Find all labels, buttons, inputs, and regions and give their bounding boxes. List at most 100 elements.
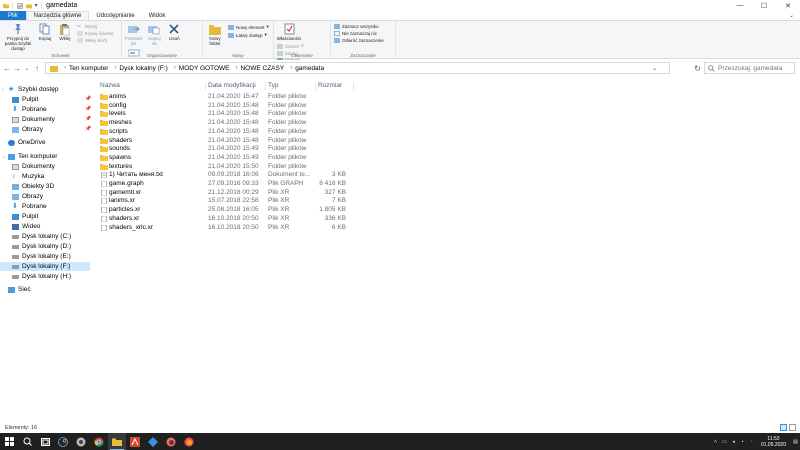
nav-pobrane[interactable]: ⬇ Pobrane [12, 105, 47, 114]
breadcrumb-drive-f[interactable]: Dysk lokalny (F:) [119, 65, 167, 72]
nav-network[interactable]: Sieć [8, 285, 31, 294]
properties-qa-icon[interactable] [16, 2, 23, 9]
file-explorer-icon[interactable] [108, 433, 126, 450]
maximize-button[interactable]: ☐ [752, 0, 776, 11]
file-row[interactable]: sounds 21.04.2020 15:49 Folder plików [95, 145, 355, 154]
address-dropdown-icon[interactable]: ⌄ [652, 65, 657, 72]
move-to-button[interactable]: Przenieś do [125, 22, 142, 46]
search-icon[interactable] [18, 433, 36, 450]
collapse-icon[interactable]: ⌄ [2, 154, 6, 160]
column-divider[interactable] [315, 82, 316, 90]
volume-icon[interactable]: ◂ [729, 433, 738, 450]
large-icons-view-icon[interactable] [789, 424, 796, 431]
nav-quick-access[interactable]: ★ Szybki dostęp [8, 85, 58, 94]
select-all-button[interactable]: Zaznacz wszystko [334, 24, 384, 29]
file-row[interactable]: meshes 21.04.2020 15:48 Folder plików [95, 119, 355, 128]
new-folder-qa-icon[interactable] [25, 3, 32, 9]
nav-drive-e[interactable]: Dysk lokalny (E:) [12, 252, 71, 261]
nav-dokumenty[interactable]: Dokumenty [12, 115, 55, 124]
file-row[interactable]: config 21.04.2020 15:48 Folder plików [95, 102, 355, 111]
network-icon[interactable]: ▭ [720, 433, 729, 450]
chevron-up-icon[interactable]: ˄ [711, 433, 720, 450]
file-row[interactable]: 1) Читать меня.txt 09.09.2018 16:06 Dokume… [95, 171, 355, 180]
firefox-icon-2[interactable] [180, 433, 198, 450]
file-row[interactable]: particles.xr 25.08.2018 16:05 Plik XR 1 805… [95, 206, 355, 215]
chrome-icon[interactable] [90, 433, 108, 450]
breadcrumb-gamedata[interactable]: gamedata [295, 65, 324, 72]
nav-obiekty-3d[interactable]: Obiekty 3D [12, 182, 54, 191]
expand-icon[interactable]: › [2, 87, 4, 93]
nav-pc-pulpit[interactable]: Pulpit [12, 212, 38, 221]
breadcrumb-nowe-czasy[interactable]: NOWE CZASY [240, 65, 284, 72]
nav-pc-pobrane[interactable]: ⬇ Pobrane [12, 202, 47, 211]
details-view-icon[interactable] [780, 424, 787, 431]
game-app-icon[interactable] [126, 433, 144, 450]
nav-pc-obrazy[interactable]: Obrazy [12, 192, 43, 201]
address-bar[interactable]: › Ten komputer › Dysk lokalny (F:) › MOD… [45, 62, 670, 74]
nav-pulpit[interactable]: Pulpit [12, 95, 38, 104]
file-row[interactable]: shaders 21.04.2020 15:48 Folder plików [95, 137, 355, 146]
recent-chevron-icon[interactable]: ⌄ [22, 65, 32, 72]
tab-share[interactable]: Udostępnianie [89, 11, 141, 20]
paste-button[interactable]: Wklej [57, 22, 73, 41]
firefox-icon[interactable] [162, 433, 180, 450]
nav-pc-dokumenty[interactable]: Dokumenty [12, 162, 55, 171]
up-arrow-icon[interactable]: ↑ [32, 64, 42, 73]
file-row[interactable]: gamemtl.xr 21.12.2018 00:29 Plik XR 327 KB [95, 189, 355, 198]
start-icon[interactable] [0, 433, 18, 450]
new-folder-button[interactable]: Nowy folder [206, 22, 224, 46]
file-row[interactable]: anims 21.04.2020 15:47 Folder plików [95, 93, 355, 102]
select-none-button[interactable]: Nie zaznaczaj nic [334, 31, 384, 36]
nav-this-pc[interactable]: Ten komputer [8, 152, 57, 161]
file-row[interactable]: shaders.xr 16.10.2018 20:50 Plik XR 336 KB [95, 215, 355, 224]
column-name[interactable]: Nazwa [100, 82, 120, 89]
forward-arrow-icon[interactable]: → [12, 64, 22, 73]
nav-obrazy[interactable]: Obrazy [12, 125, 43, 134]
copy-path-button[interactable]: Kopiuj ścieżkę [76, 31, 114, 36]
breadcrumb-mody-gotowe[interactable]: MODY GOTOWE [179, 65, 230, 72]
file-row[interactable]: levels 21.04.2020 15:48 Folder plików [95, 110, 355, 119]
pin-quick-access-button[interactable]: Przypnij do paska Szybki dostęp [3, 22, 33, 51]
app-icon[interactable] [72, 433, 90, 450]
nav-drive-f[interactable]: Dysk lokalny (F:) [0, 262, 90, 271]
paste-shortcut-button[interactable]: Wklej skrót [76, 38, 114, 43]
nav-drive-c[interactable]: Dysk lokalny (C:) [12, 232, 71, 241]
game-app-icon-2[interactable] [144, 433, 162, 450]
ribbon-toggle-icon[interactable]: ⌄ [789, 12, 794, 19]
invert-selection-button[interactable]: Odwróć zaznaczenie [334, 38, 384, 43]
nav-drive-h[interactable]: Dysk lokalny (H:) [12, 272, 71, 281]
column-divider[interactable] [205, 82, 206, 90]
tab-view[interactable]: Widok [142, 11, 173, 20]
open-button[interactable]: Otwórz ▾ [277, 43, 304, 49]
nav-muzyka[interactable]: ♪ Muzyka [12, 172, 44, 181]
column-divider[interactable] [353, 82, 354, 90]
tab-home[interactable]: Narzędzia główne [25, 11, 90, 20]
copy-button[interactable]: Kopiuj [37, 22, 53, 41]
file-row[interactable]: scripts 21.04.2020 15:48 Folder plików [95, 128, 355, 137]
clock[interactable]: 11:53 01.05.2020 [756, 436, 791, 448]
nav-onedrive[interactable]: OneDrive [8, 138, 45, 147]
file-row[interactable]: lanims.xr 15.07.2018 22:58 Plik XR 7 KB [95, 197, 355, 206]
qa-dropdown-icon[interactable]: ▾ [35, 2, 38, 9]
delete-button[interactable]: Usuń [167, 22, 182, 41]
nav-drive-d[interactable]: Dysk lokalny (D:) [12, 242, 71, 251]
column-divider[interactable] [265, 82, 266, 90]
back-arrow-icon[interactable]: ← [2, 64, 12, 73]
notifications-icon[interactable]: ▤ [791, 433, 800, 450]
new-item-button[interactable]: Nowy element ▾ [227, 24, 269, 30]
file-row[interactable]: spawns 21.04.2020 15:49 Folder plików [95, 154, 355, 163]
breadcrumb-this-pc[interactable]: Ten komputer [69, 65, 108, 72]
easy-access-button[interactable]: Łatwy dostęp ▾ [227, 32, 269, 38]
copy-to-button[interactable]: Kopiuj do [146, 22, 163, 46]
nav-wideo[interactable]: Wideo [12, 222, 40, 231]
properties-button[interactable]: Właściwości [277, 22, 301, 41]
tray-app-icon[interactable]: ▪ [738, 433, 747, 450]
steam-icon[interactable] [54, 433, 72, 450]
search-input[interactable]: Przeszukaj: gamedata [704, 62, 795, 74]
minimize-button[interactable]: — [728, 0, 752, 11]
column-type[interactable]: Typ [268, 82, 278, 89]
cut-button[interactable]: ✂ Wytnij [77, 24, 114, 30]
close-button[interactable]: ✕ [776, 0, 800, 11]
refresh-icon[interactable]: ↻ [692, 62, 703, 74]
column-size[interactable]: Rozmiar [318, 82, 342, 89]
